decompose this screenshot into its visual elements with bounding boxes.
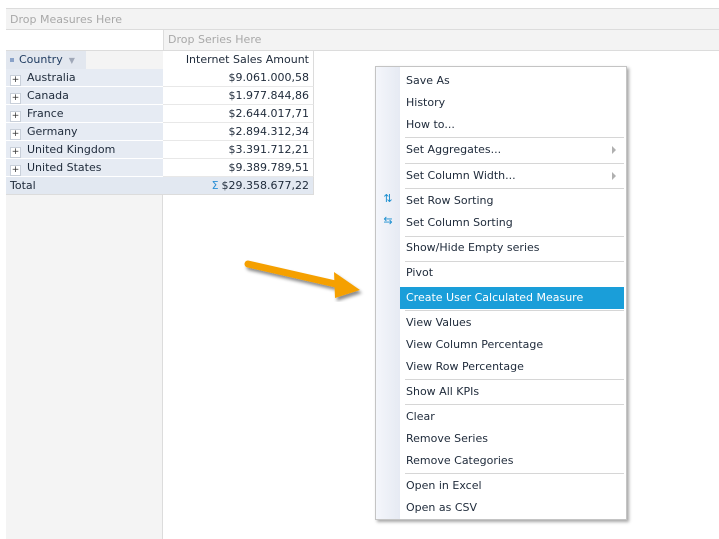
menu-item-label: Set Column Width... — [406, 169, 516, 182]
total-value: $29.358.677,22 — [221, 179, 309, 192]
row-label: France — [27, 107, 64, 120]
table-row: + Australia $9.061.000,58 — [6, 69, 314, 87]
row-label: United Kingdom — [27, 143, 116, 156]
value-cell: $3.391.712,21 — [163, 141, 314, 159]
menu-separator — [405, 188, 624, 189]
expand-icon[interactable]: + — [10, 75, 21, 86]
expand-icon[interactable]: + — [10, 129, 21, 140]
country-field-header[interactable]: Country ▼ — [6, 51, 86, 69]
total-label: Total — [6, 177, 163, 195]
menu-item-remove-categories[interactable]: Remove Categories — [400, 450, 624, 472]
series-row: Drop Series Here — [6, 30, 719, 51]
table-row: + Germany $2.894.312,34 — [6, 123, 314, 141]
measure-header[interactable]: Internet Sales Amount — [163, 51, 314, 69]
menu-separator — [405, 137, 624, 138]
field-dot-icon — [10, 58, 14, 62]
row-sort-icon: ⇅ — [383, 192, 393, 205]
row-label: United States — [27, 161, 102, 174]
menu-item-view-row-percentage[interactable]: View Row Percentage — [400, 356, 624, 378]
expand-icon[interactable]: + — [10, 111, 21, 122]
menu-item-remove-series[interactable]: Remove Series — [400, 428, 624, 450]
menu-separator — [405, 473, 624, 474]
submenu-arrow-icon — [612, 172, 616, 180]
menu-item-set-aggregates[interactable]: Set Aggregates... — [400, 139, 624, 161]
row-label: Australia — [27, 71, 76, 84]
menu-item-how-to[interactable]: How to... — [400, 114, 624, 136]
drop-measures-zone[interactable]: Drop Measures Here — [6, 8, 719, 30]
value-cell: $2.894.312,34 — [163, 123, 314, 141]
value-cell: $1.977.844,86 — [163, 87, 314, 105]
row-label: Canada — [27, 89, 69, 102]
sigma-icon: Σ — [211, 179, 219, 192]
menu-item-view-column-percentage[interactable]: View Column Percentage — [400, 334, 624, 356]
menu-item-clear[interactable]: Clear — [400, 406, 624, 428]
expand-icon[interactable]: + — [10, 165, 21, 176]
menu-item-label: Set Aggregates... — [406, 143, 502, 156]
value-cell: $2.644.017,71 — [163, 105, 314, 123]
menu-item-show-all-kpis[interactable]: Show All KPIs — [400, 381, 624, 403]
table-row: + Canada $1.977.844,86 — [6, 87, 314, 105]
row-header-filler — [86, 51, 163, 69]
row-label-cell: + Australia — [6, 69, 163, 87]
row-label-cell: + United States — [6, 159, 163, 177]
menu-separator — [405, 404, 624, 405]
menu-item-set-column-sorting[interactable]: Set Column Sorting — [400, 212, 624, 234]
context-menu: Save As History How to... Set Aggregates… — [375, 66, 627, 520]
menu-item-open-as-csv[interactable]: Open as CSV — [400, 497, 624, 519]
menu-item-set-row-sorting[interactable]: Set Row Sorting — [400, 190, 624, 212]
expand-icon[interactable]: + — [10, 93, 21, 104]
column-sort-icon: ⇆ — [383, 214, 393, 227]
expand-icon[interactable]: + — [10, 147, 21, 158]
value-cell: $9.061.000,58 — [163, 69, 314, 87]
value-cell: $9.389.789,51 — [163, 159, 314, 177]
menu-item-show-hide-empty-series[interactable]: Show/Hide Empty series — [400, 237, 624, 259]
table-row: + France $2.644.017,71 — [6, 105, 314, 123]
table-row: + United Kingdom $3.391.712,21 — [6, 141, 314, 159]
row-label-cell: + Germany — [6, 123, 163, 141]
row-label-cell: + France — [6, 105, 163, 123]
table-row: + United States $9.389.789,51 — [6, 159, 314, 177]
country-field-label: Country — [19, 53, 63, 66]
submenu-arrow-icon — [612, 146, 616, 154]
total-row: Total Σ $29.358.677,22 — [6, 177, 314, 195]
menu-separator — [405, 310, 624, 311]
menu-item-history[interactable]: History — [400, 92, 624, 114]
total-value-cell: Σ $29.358.677,22 — [163, 177, 314, 195]
menu-item-pivot[interactable]: Pivot — [400, 262, 624, 284]
menu-item-set-column-width[interactable]: Set Column Width... — [400, 165, 624, 187]
row-label: Germany — [27, 125, 78, 138]
menu-item-view-values[interactable]: View Values — [400, 312, 624, 334]
menu-item-open-in-excel[interactable]: Open in Excel — [400, 475, 624, 497]
menu-item-save-as[interactable]: Save As — [400, 70, 624, 92]
drop-series-zone[interactable]: Drop Series Here — [163, 30, 719, 50]
arrow-annotation-icon — [244, 260, 360, 298]
corner-cell — [6, 30, 163, 50]
menu-separator — [405, 163, 624, 164]
filter-dropdown-icon[interactable]: ▼ — [69, 56, 75, 65]
menu-item-create-user-calculated-measure[interactable]: Create User Calculated Measure — [400, 287, 624, 309]
row-label-cell: + Canada — [6, 87, 163, 105]
row-label-cell: + United Kingdom — [6, 141, 163, 159]
menu-separator — [405, 379, 624, 380]
menu-icon-gutter — [376, 67, 400, 519]
